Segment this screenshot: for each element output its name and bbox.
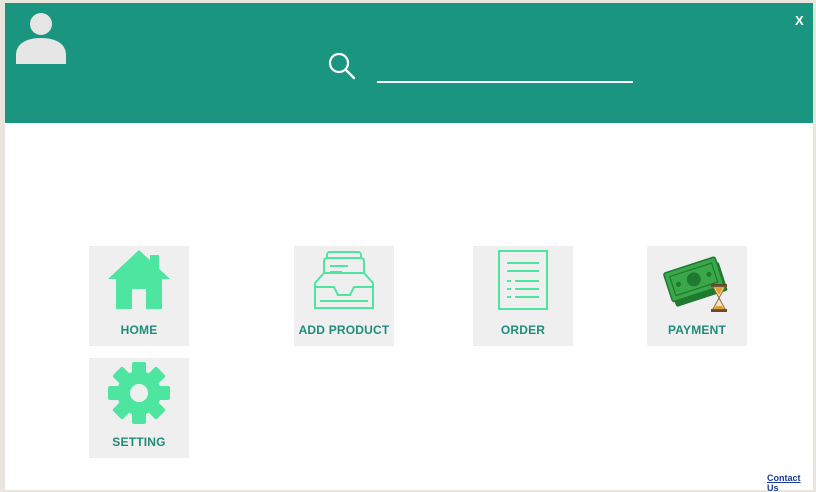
close-button[interactable]: X bbox=[795, 13, 804, 28]
house-icon bbox=[108, 250, 170, 309]
user-avatar-icon[interactable] bbox=[14, 10, 68, 64]
money-hourglass-icon bbox=[663, 256, 728, 312]
inbox-tray-icon bbox=[314, 251, 374, 309]
payment-label: PAYMENT bbox=[667, 323, 727, 337]
add-product-label: ADD PRODUCT bbox=[298, 323, 390, 337]
app-window: X HOME ADD PRODUCT ORDER PAYMENT SETTING… bbox=[5, 3, 813, 492]
home-label: HOME bbox=[120, 323, 158, 337]
gear-icon bbox=[108, 362, 170, 424]
order-label: ORDER bbox=[500, 323, 546, 337]
contact-us-link[interactable]: Contact Us bbox=[767, 473, 813, 492]
home-tile[interactable]: HOME bbox=[89, 246, 189, 346]
search-input[interactable] bbox=[377, 57, 633, 83]
header-bar: X bbox=[5, 3, 813, 123]
setting-tile[interactable]: SETTING bbox=[89, 358, 189, 458]
search-icon[interactable] bbox=[327, 51, 357, 81]
setting-label: SETTING bbox=[112, 435, 166, 449]
order-tile[interactable]: ORDER bbox=[473, 246, 573, 346]
payment-tile[interactable]: PAYMENT bbox=[647, 246, 747, 346]
document-list-icon bbox=[498, 250, 548, 310]
add-product-tile[interactable]: ADD PRODUCT bbox=[294, 246, 394, 346]
